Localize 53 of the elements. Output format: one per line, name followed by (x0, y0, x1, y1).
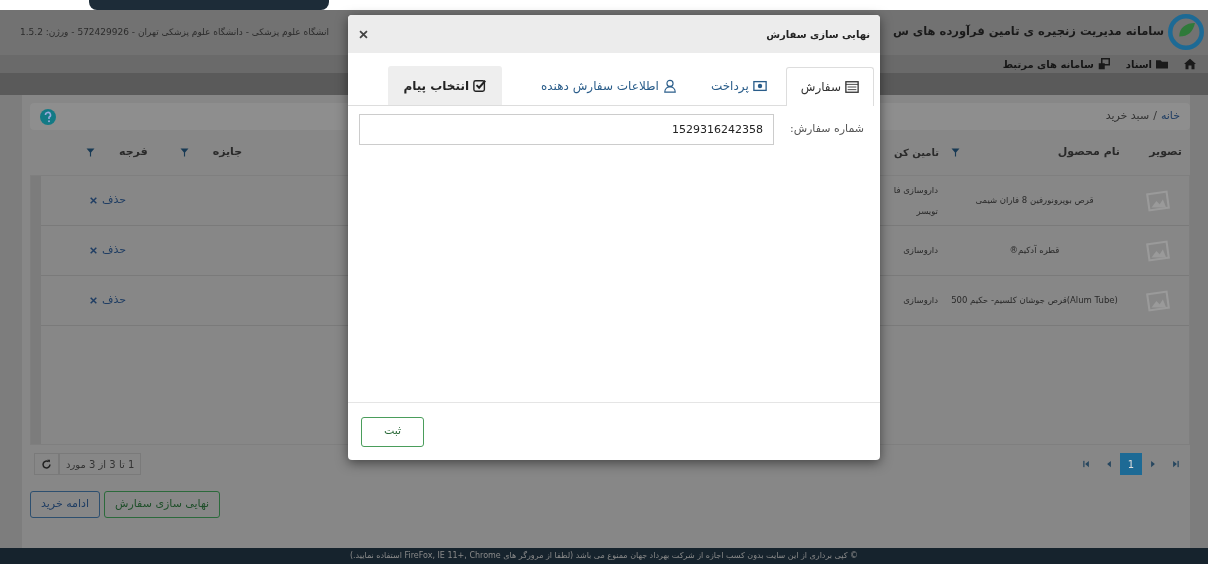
breadcrumb-separator: / (1153, 108, 1157, 125)
delete-link[interactable]: حذف (89, 192, 126, 209)
column-header: نام محصول (1057, 144, 1120, 161)
delete-link[interactable]: حذف (89, 242, 126, 259)
nav-link[interactable]: اسناد (1125, 56, 1168, 72)
close-icon (358, 28, 369, 40)
column-header: جایزه (212, 144, 243, 161)
breadcrumb-current: سبد خرید (1105, 108, 1150, 125)
user-icon (662, 79, 677, 93)
supplier-name: داروسازی فا (892, 183, 938, 197)
close-icon (89, 196, 98, 205)
supplier-name: داروسازی (902, 244, 938, 257)
order-number-field[interactable]: 1529316242358 (358, 114, 774, 145)
delete-link[interactable]: حذف (89, 292, 126, 309)
refresh-button[interactable] (34, 453, 59, 475)
breadcrumb-link[interactable]: خانه (1160, 108, 1180, 125)
supplier-name: تویسر (915, 204, 938, 218)
product-name: (Alum Tube)قرص جوشان کلسیم- حکیم 500 (951, 295, 1118, 306)
site-title: سامانه مدیریت زنجیره ی تامین فرآورده های س (892, 23, 1164, 41)
last-page-icon (1170, 459, 1180, 469)
product-name: قرص بوپرونورفین 8 فاران شیمی (975, 195, 1094, 206)
first-page-icon (1082, 459, 1092, 469)
folder-icon (1156, 58, 1168, 70)
column-header: تامین کن (893, 146, 939, 160)
product-name: قطره آدکیم® (1009, 245, 1060, 256)
checkbox-icon (473, 79, 488, 93)
column-header: تصویر (1149, 144, 1182, 161)
tab[interactable]: سفارش (785, 67, 874, 106)
close-icon (89, 246, 98, 255)
column-header: فرجه (119, 144, 148, 161)
supplier-name: داروسازی (902, 294, 938, 307)
pagination-summary: 1 تا 3 از 3 مورد (59, 453, 142, 475)
organization-info: انشگاه علوم پزشکی - دانشگاه علوم پزشکی تهران - 572429926 - ورژن: 1.5.2 (20, 26, 329, 39)
tab[interactable]: اطلاعات سفارش دهنده (526, 66, 692, 105)
banknote-icon (752, 79, 767, 93)
windows-icon (1097, 58, 1110, 70)
home-icon[interactable] (1184, 58, 1196, 70)
help-icon (40, 108, 56, 125)
close-button[interactable] (358, 28, 369, 40)
action-button[interactable]: ادامه خرید (30, 491, 100, 518)
field-label: شماره سفارش: (789, 121, 864, 138)
refresh-icon (41, 458, 52, 470)
close-icon (89, 296, 98, 305)
tab[interactable]: پرداخت (695, 66, 782, 105)
submit-button[interactable]: ثبت (361, 416, 424, 447)
nav-link[interactable]: سامانه های مرتبط (1002, 56, 1110, 72)
tab[interactable]: انتخاب پیام (388, 66, 503, 105)
copyright-footer: © کپی برداری از این سایت بدون کسب اجازه از شرکت بهرداد جهان ممنوع می باشد (لطفا از مرورگر های FireFox, IE 11+, Chrome استفاده نمایید.) (0, 548, 1208, 564)
page-button[interactable]: 1 (1120, 453, 1142, 475)
list-icon (845, 80, 859, 94)
action-button[interactable]: نهایی سازی سفارش (104, 491, 221, 518)
modal-title: نهایی سازی سفارش (766, 27, 870, 42)
logo-icon (1168, 14, 1204, 50)
